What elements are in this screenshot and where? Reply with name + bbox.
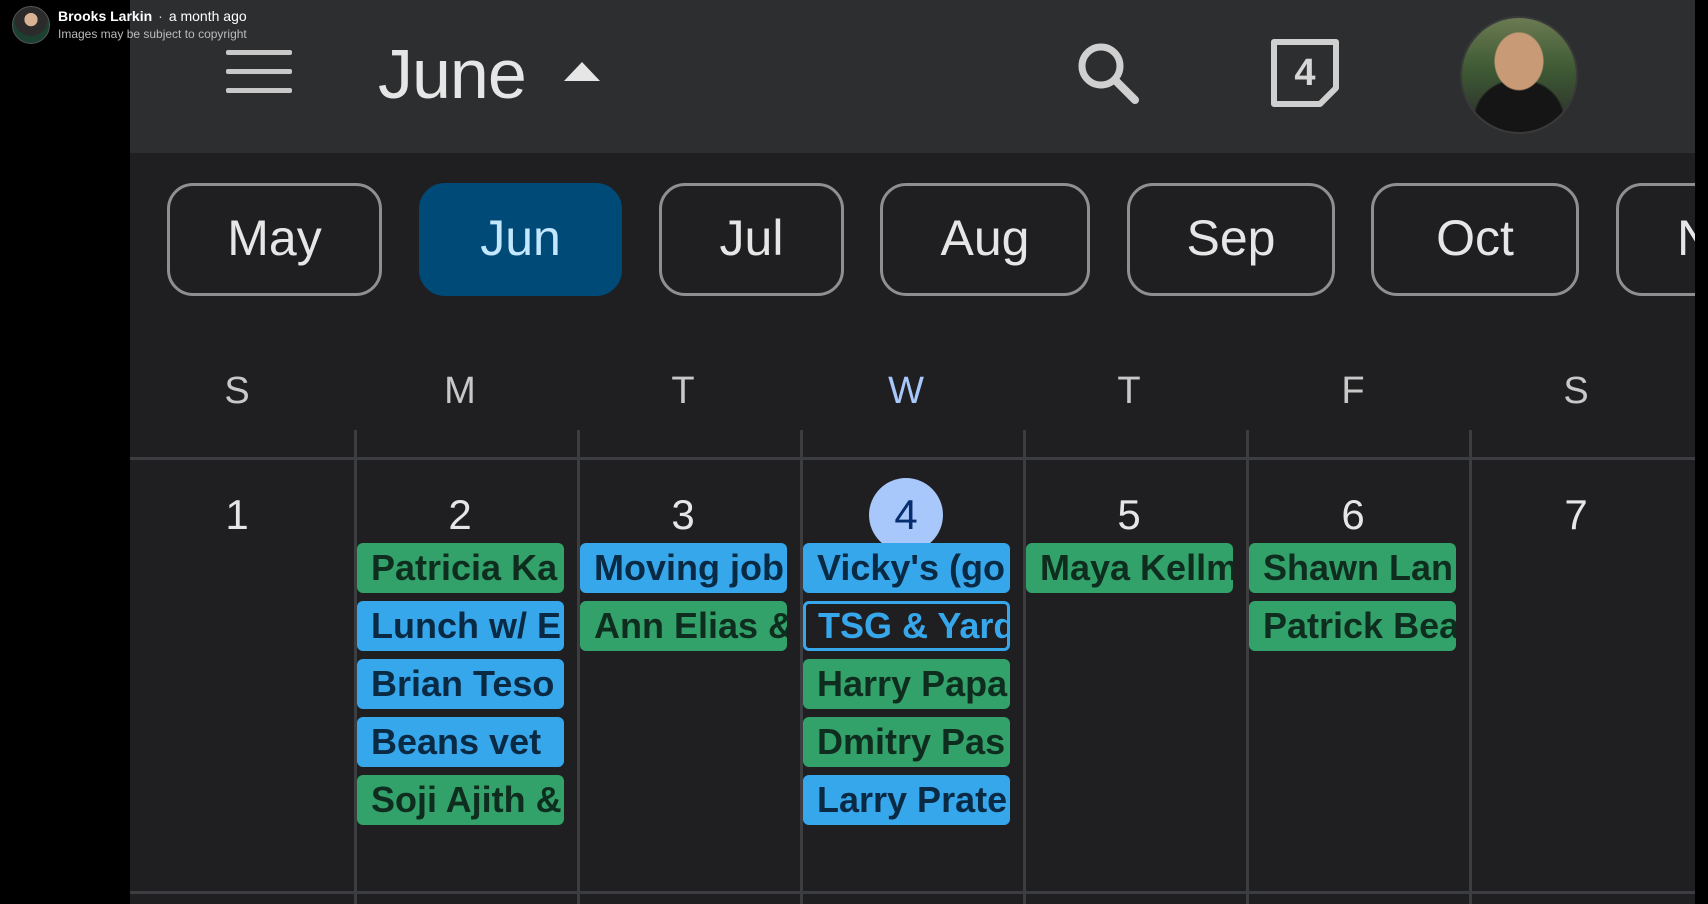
weekday-thu: T xyxy=(1117,370,1141,412)
profile-avatar[interactable] xyxy=(1460,16,1578,134)
week-divider xyxy=(130,457,1695,460)
copyright-notice: Images may be subject to copyright xyxy=(58,27,247,41)
event-chip[interactable]: TSG & Yard xyxy=(803,601,1010,651)
event-chip[interactable]: Moving job xyxy=(580,543,787,593)
today-date-label: 4 xyxy=(1294,52,1316,94)
weekday-sun: S xyxy=(224,370,250,412)
image-caption-overlay: Brooks Larkin · a month ago Images may be … xyxy=(12,6,247,44)
month-chip-nov[interactable]: N xyxy=(1616,183,1695,296)
today-calendar-icon[interactable]: 4 xyxy=(1268,36,1342,110)
event-chip[interactable]: Beans vet xyxy=(357,717,564,767)
weekday-tue: T xyxy=(671,370,695,412)
month-chip-jul[interactable]: Jul xyxy=(659,183,844,296)
event-chip[interactable]: Soji Ajith & xyxy=(357,775,564,825)
event-chip[interactable]: Lunch w/ E xyxy=(357,601,564,651)
event-chip[interactable]: Larry Prate xyxy=(803,775,1010,825)
week-divider xyxy=(130,891,1695,894)
day-divider xyxy=(1469,430,1472,904)
caption-text: Brooks Larkin · a month ago Images may be … xyxy=(58,6,247,40)
event-chip[interactable]: Dmitry Pas xyxy=(803,717,1010,767)
day-cell-2[interactable]: 2 xyxy=(423,478,497,552)
weekday-sat: S xyxy=(1563,370,1589,412)
caret-up-icon[interactable] xyxy=(564,62,600,81)
day-divider xyxy=(1023,430,1026,904)
day-cell-4-today[interactable]: 4 xyxy=(869,478,943,552)
month-chip-aug[interactable]: Aug xyxy=(880,183,1090,296)
month-title[interactable]: June xyxy=(378,34,527,114)
event-chip[interactable]: Patrick Bea xyxy=(1249,601,1456,651)
separator-dot: · xyxy=(158,8,163,24)
day-divider xyxy=(577,430,580,904)
search-icon[interactable] xyxy=(1075,40,1141,106)
weekday-fri: F xyxy=(1341,370,1365,412)
event-chip[interactable]: Maya Kellm xyxy=(1026,543,1233,593)
month-chip-may[interactable]: May xyxy=(167,183,382,296)
author-name[interactable]: Brooks Larkin xyxy=(58,8,152,24)
event-chip[interactable]: Brian Teso xyxy=(357,659,564,709)
event-chip[interactable]: Harry Papa xyxy=(803,659,1010,709)
day-cell-5[interactable]: 5 xyxy=(1092,478,1166,552)
calendar-app: June 4 May Jun Jul Aug Sep Oct N S M T W… xyxy=(130,0,1695,904)
day-cell-3[interactable]: 3 xyxy=(646,478,720,552)
month-chip-sep[interactable]: Sep xyxy=(1127,183,1335,296)
day-divider xyxy=(1246,430,1249,904)
event-chip[interactable]: Ann Elias & xyxy=(580,601,787,651)
day-cell-6[interactable]: 6 xyxy=(1316,478,1390,552)
day-cell-1[interactable]: 1 xyxy=(200,478,274,552)
time-ago: a month ago xyxy=(168,8,247,24)
event-chip[interactable]: Shawn Lan xyxy=(1249,543,1456,593)
weekday-mon: M xyxy=(444,370,476,412)
event-chip[interactable]: Patricia Ka xyxy=(357,543,564,593)
author-avatar[interactable] xyxy=(12,6,50,44)
weekday-wed: W xyxy=(888,370,924,412)
menu-icon[interactable] xyxy=(226,50,292,94)
top-app-bar: June 4 xyxy=(130,0,1695,153)
month-chip-oct[interactable]: Oct xyxy=(1371,183,1579,296)
day-cell-7[interactable]: 7 xyxy=(1539,478,1613,552)
month-chip-jun[interactable]: Jun xyxy=(419,183,622,296)
event-chip[interactable]: Vicky's (go xyxy=(803,543,1010,593)
